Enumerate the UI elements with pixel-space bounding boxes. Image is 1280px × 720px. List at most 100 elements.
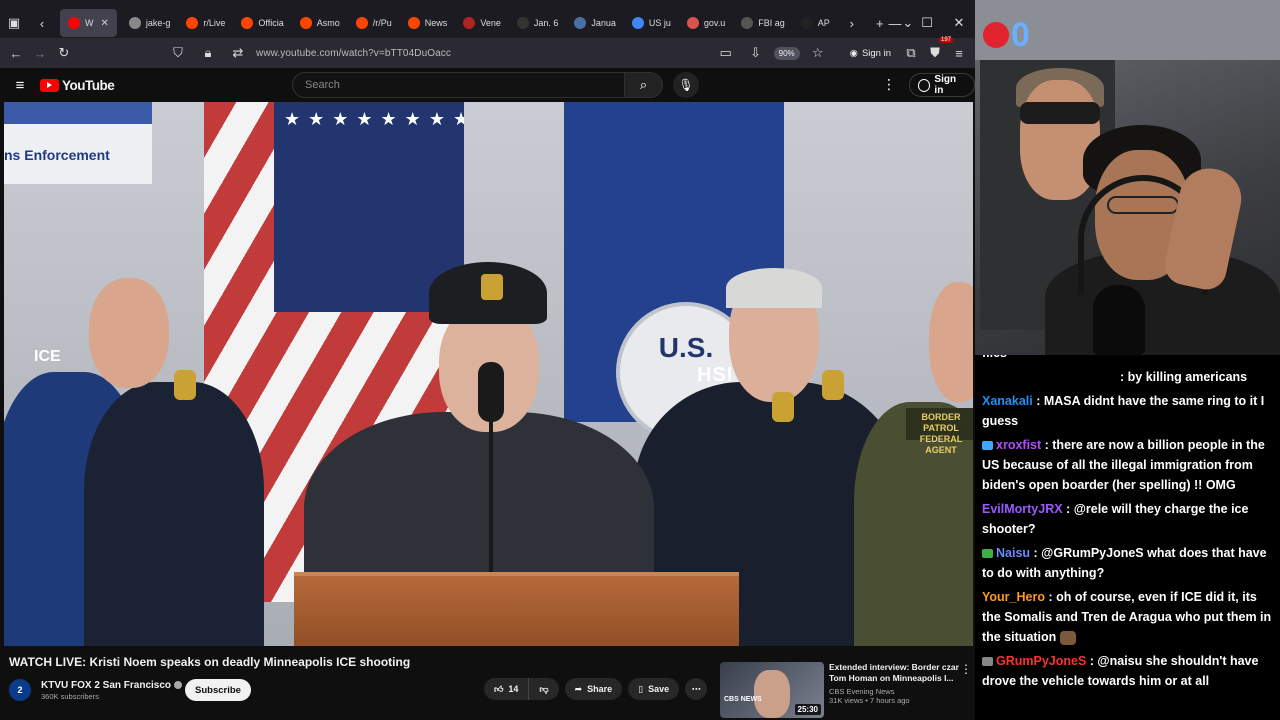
browser-tab[interactable]: Officia: [233, 9, 291, 37]
browser-tab[interactable]: Jan. 6: [509, 9, 567, 37]
shield-icon[interactable]: ⛉: [166, 41, 190, 65]
youtube-sign-in-label: Sign in: [934, 74, 957, 96]
browser-tab[interactable]: gov.u: [679, 9, 733, 37]
guide-menu-icon[interactable]: ≡: [0, 77, 40, 94]
bookmark-star-icon[interactable]: ☆: [806, 41, 830, 65]
ap-icon: [800, 17, 813, 29]
browser-tab[interactable]: Vene: [455, 9, 509, 37]
app-menu-icon[interactable]: ≡: [947, 41, 971, 65]
browser-tab[interactable]: Asmo: [292, 9, 348, 37]
share-label: Share: [587, 684, 613, 694]
verified-icon: [174, 681, 183, 689]
agency-sign: ns Enforcement: [4, 102, 152, 184]
voice-search-icon[interactable]: 🎙︎: [673, 72, 699, 98]
url-bar[interactable]: ⛉ 🔒︎ ⇄ www.youtube.com/watch?v=bTT04DuOa…: [166, 41, 830, 65]
browser-tab[interactable]: News: [400, 9, 456, 37]
settings-more-icon[interactable]: ⋮: [882, 76, 896, 93]
lock-icon[interactable]: 🔒︎: [196, 41, 220, 65]
picture-in-picture-icon[interactable]: ▭: [714, 41, 738, 65]
more-icon: ⋯: [691, 683, 701, 694]
gold-badge: [174, 370, 196, 400]
download-icon[interactable]: ⇩: [744, 41, 768, 65]
video-actions: 👍︎ 14 👎︎ ➦ Share ▯ Save ⋯: [484, 678, 708, 700]
tab-overview-icon[interactable]: ▣: [0, 9, 28, 37]
recommended-thumbnail[interactable]: CBS NEWS 25:30: [720, 662, 824, 718]
search-icon[interactable]: ⌕: [625, 72, 663, 98]
chat-message: : by killing americans: [982, 367, 1273, 387]
gold-badge: [822, 370, 844, 400]
hsi-patch: HSI: [697, 364, 734, 386]
browser-tab[interactable]: r/Live: [178, 9, 233, 37]
recommended-channel[interactable]: CBS Evening News: [829, 687, 959, 696]
chat-username[interactable]: GRumPyJoneS: [996, 654, 1086, 668]
extensions-icon[interactable]: ⧉: [899, 41, 923, 65]
gold-badge: [772, 392, 794, 422]
browser-tab[interactable]: jake-g: [121, 9, 179, 37]
chat-username[interactable]: xroxfist: [996, 438, 1041, 452]
blank-icon: [128, 17, 141, 29]
reddit-icon: [299, 17, 312, 29]
browser-tab[interactable]: /r/Pu: [348, 9, 400, 37]
subscribe-button[interactable]: Subscribe: [185, 679, 251, 701]
channel-info: 2 KTVU FOX 2 San Francisco 360K subscrib…: [9, 675, 183, 705]
recommended-video[interactable]: CBS NEWS 25:30 Extended interview: Borde…: [720, 662, 970, 718]
tab-label: jake-g: [145, 18, 171, 28]
video-duration: 25:30: [794, 704, 821, 715]
more-actions-button[interactable]: ⋯: [685, 678, 708, 700]
chat-message: Xanakali : MASA didnt have the same ring…: [982, 391, 1273, 431]
reddit-icon: [407, 17, 420, 29]
browser-tab[interactable]: FBI ag: [733, 9, 793, 37]
browser-tab[interactable]: Janua: [566, 9, 624, 37]
stream-panel: 0 files: by killing americans Xanakali : …: [975, 0, 1280, 720]
tab-label: Asmo: [316, 18, 340, 28]
reddit-icon: [241, 17, 254, 29]
navigation-bar: ← → ↻ ⛉ 🔒︎ ⇄ www.youtube.com/watch?v=bTT…: [0, 37, 975, 68]
forward-icon[interactable]: →: [28, 41, 52, 65]
channel-avatar[interactable]: 2: [9, 679, 31, 701]
search-input[interactable]: Search: [292, 72, 625, 98]
save-button[interactable]: ▯ Save: [628, 678, 680, 700]
youtube-logo[interactable]: YouTube: [40, 78, 115, 93]
recommended-title[interactable]: Extended interview: Border czar Tom Homa…: [829, 662, 959, 684]
search-bar: Search ⌕: [292, 72, 663, 98]
video-player[interactable]: ns Enforcement ★★★★★★★★★★★★★★★★★★★★★★★★★…: [4, 102, 973, 646]
tab-label: US ju: [648, 18, 671, 28]
reload-icon[interactable]: ↻: [52, 41, 76, 65]
youtube-play-icon: [40, 78, 59, 92]
zoom-level[interactable]: 90%: [773, 46, 800, 60]
youtube-header: ≡ YouTube Search ⌕ 🎙︎ ⋮ Sign in: [0, 68, 975, 102]
video-title: WATCH LIVE: Kristi Noem speaks on deadly…: [9, 655, 411, 669]
extension-badge-count: 197: [938, 37, 953, 43]
thumbs-up-icon: 👍︎: [494, 683, 504, 694]
dislike-button[interactable]: 👎︎: [529, 678, 559, 700]
recommended-meta: 31K views • 7 hours ago: [829, 696, 910, 705]
permissions-icon[interactable]: ⇄: [226, 41, 250, 65]
channel-name-link[interactable]: KTVU FOX 2 San Francisco: [41, 679, 183, 691]
back-icon[interactable]: ←: [4, 41, 28, 65]
like-button[interactable]: 👍︎ 14: [484, 678, 530, 700]
youtube-sign-in-button[interactable]: Sign in: [909, 73, 975, 97]
recommended-menu-icon[interactable]: ⋮: [960, 662, 972, 676]
chat-username[interactable]: EvilMortyJRX: [982, 502, 1063, 516]
chat-username[interactable]: Naisu: [996, 546, 1030, 560]
chat-username[interactable]: Your_Hero: [982, 590, 1045, 604]
tab-label: W: [85, 18, 94, 28]
browser-tab[interactable]: W ✕: [60, 9, 117, 37]
share-button[interactable]: ➦ Share: [564, 678, 623, 700]
tab-label: /r/Pu: [372, 18, 392, 28]
save-icon: ▯: [638, 683, 644, 694]
chat-emote-icon: [1060, 630, 1077, 645]
close-tab-icon[interactable]: ✕: [101, 18, 109, 29]
browser-sign-in[interactable]: ◉ Sign in: [850, 48, 891, 59]
tabs-scroll-left-icon[interactable]: ‹: [28, 9, 56, 37]
chat-username[interactable]: Xanakali: [982, 394, 1033, 408]
browser-tab[interactable]: US ju: [624, 9, 679, 37]
save-label: Save: [648, 684, 670, 694]
reddit-icon: [355, 17, 368, 29]
tabs-scroll-right-icon[interactable]: ›: [838, 9, 866, 37]
channel-name: KTVU FOX 2 San Francisco: [41, 679, 172, 691]
browser-tab[interactable]: AP: [793, 9, 838, 37]
subscriber-count: 360K subscribers: [41, 691, 99, 701]
ublock-icon[interactable]: ⛊ 197: [923, 37, 953, 65]
url-text[interactable]: www.youtube.com/watch?v=bTT04DuOacc: [256, 48, 451, 59]
